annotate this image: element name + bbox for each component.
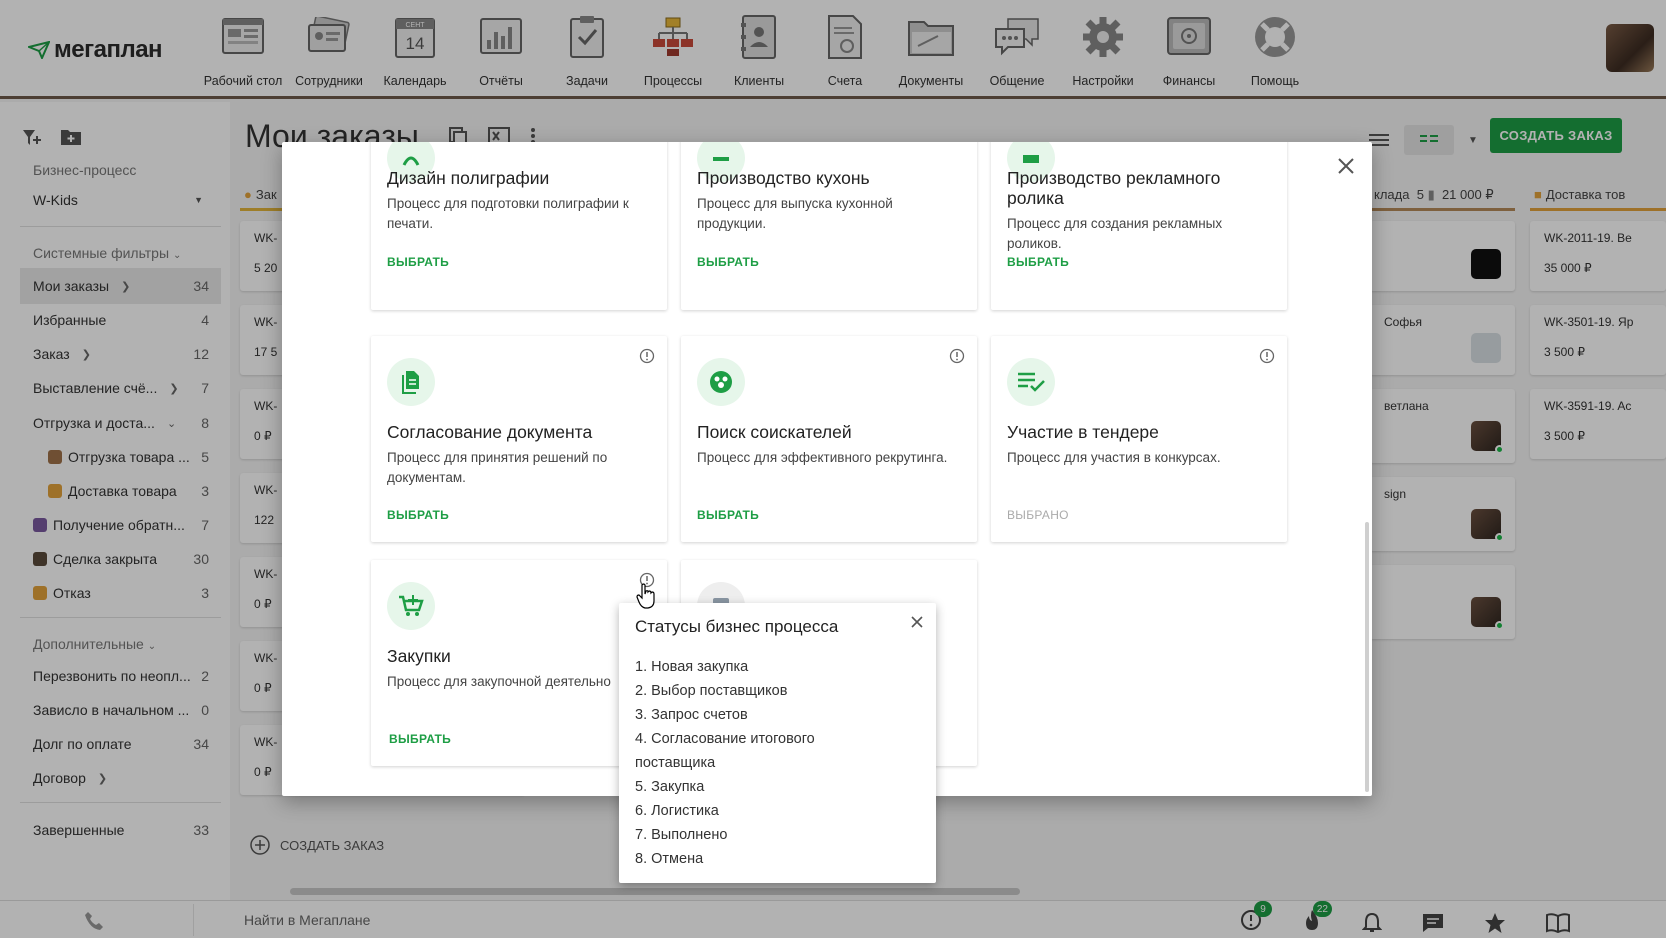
document-icon [387, 358, 435, 406]
cart-add-icon [387, 582, 435, 630]
select-button[interactable]: ВЫБРАТЬ [697, 508, 759, 522]
status-item: 7. Выполнено [635, 827, 728, 843]
hand-cursor-icon [636, 583, 655, 609]
status-item: 3. Запрос счетов [635, 707, 748, 723]
recruiting-icon [697, 358, 745, 406]
status-list: 1. Новая закупка 2. Выбор поставщиков 3.… [635, 655, 895, 871]
info-icon[interactable] [1259, 348, 1275, 364]
popover-title: Статусы бизнес процесса [635, 617, 839, 636]
status-item: 2. Выбор поставщиков [635, 683, 788, 699]
selected-label: ВЫБРАНО [1007, 508, 1069, 522]
process-card[interactable]: Участие в тендере Процесс для участия в … [991, 336, 1287, 542]
checklist-icon [1007, 358, 1055, 406]
select-button[interactable]: ВЫБРАТЬ [387, 255, 449, 269]
status-item: 6. Логистика [635, 803, 719, 819]
process-card[interactable]: Производство кухонь Процесс для выпуска … [681, 142, 977, 310]
process-card[interactable]: Производство рекламного ролика Процесс д… [991, 142, 1287, 310]
close-icon[interactable] [1334, 154, 1358, 178]
status-item: 8. Отмена [635, 851, 704, 867]
info-icon[interactable] [639, 348, 655, 364]
status-item: 5. Закупка [635, 779, 705, 795]
select-button[interactable]: ВЫБРАТЬ [697, 255, 759, 269]
info-icon[interactable] [949, 348, 965, 364]
status-item: 1. Новая закупка [635, 659, 749, 675]
process-card[interactable]: Поиск соискателей Процесс для эффективно… [681, 336, 977, 542]
close-icon[interactable] [908, 613, 926, 631]
status-item: 4. Согласование итогового поставщика [635, 731, 815, 771]
select-button[interactable]: ВЫБРАТЬ [1007, 255, 1069, 269]
modal-scrollbar[interactable] [1365, 522, 1369, 792]
select-button[interactable]: ВЫБРАТЬ [389, 732, 451, 746]
process-card[interactable]: Согласование документа Процесс для приня… [371, 336, 667, 542]
process-card[interactable]: Дизайн полиграфии Процесс для подготовки… [371, 142, 667, 310]
select-button[interactable]: ВЫБРАТЬ [387, 508, 449, 522]
process-statuses-popover: Статусы бизнес процесса 1. Новая закупка… [619, 603, 936, 883]
